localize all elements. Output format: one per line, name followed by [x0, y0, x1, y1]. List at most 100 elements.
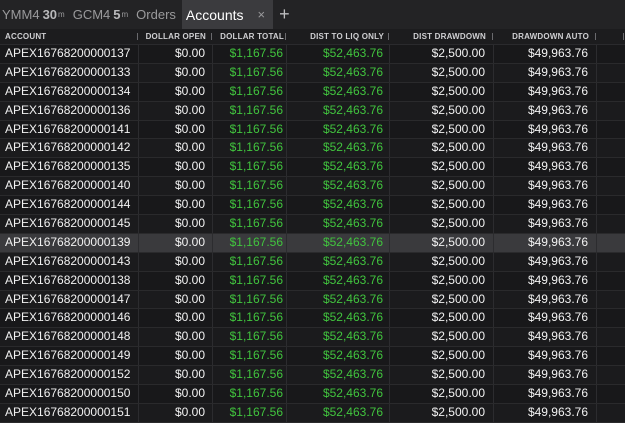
tab-orders-label: Orders: [136, 7, 176, 22]
dollar-total-cell: $1,167.56: [213, 309, 287, 328]
table-row[interactable]: APEX16768200000137 $0.00 $1,167.56 $52,463.…: [0, 45, 625, 64]
table-row[interactable]: APEX16768200000140 $0.00 $1,167.56 $52,463.…: [0, 177, 625, 197]
dist-to-liq-cell: $52,463.76: [287, 233, 390, 252]
column-header-dist-to-liq[interactable]: DIST TO LIQ ONLY: [287, 29, 390, 44]
column-header-dollar-open[interactable]: DOLLAR OPEN: [139, 29, 213, 44]
table-row[interactable]: APEX16768200000134 $0.00 $1,167.56 $52,463.…: [0, 82, 625, 102]
drawdown-auto-cell: $49,963.76: [494, 366, 597, 385]
dist-drawdown-cell: $2,500.00: [390, 366, 494, 385]
dist-drawdown-cell: $2,500.00: [390, 271, 494, 290]
dist-to-liq-cell: $52,463.76: [287, 45, 390, 63]
dist-drawdown-cell: $2,500.00: [390, 385, 494, 403]
account-cell: APEX16768200000144: [0, 196, 139, 215]
row-filler: [597, 64, 625, 82]
table-row[interactable]: APEX16768200000135 $0.00 $1,167.56 $52,463.…: [0, 158, 625, 178]
dollar-total-cell: $1,167.56: [213, 139, 287, 158]
account-cell: APEX16768200000143: [0, 252, 139, 271]
dist-to-liq-cell: $52,463.76: [287, 177, 390, 196]
table-row[interactable]: APEX16768200000141 $0.00 $1,167.56 $52,463.…: [0, 120, 625, 140]
row-filler: [597, 177, 625, 195]
table-body: APEX16768200000137 $0.00 $1,167.56 $52,463.…: [0, 45, 625, 423]
dist-drawdown-cell: $2,500.00: [390, 328, 494, 347]
row-filler: [597, 215, 625, 233]
dollar-total-cell: $1,167.56: [213, 82, 287, 101]
account-cell: APEX16768200000142: [0, 139, 139, 158]
dollar-open-cell: $0.00: [139, 82, 213, 101]
column-header-drawdown-auto[interactable]: DRAWDOWN AUTO: [494, 29, 597, 44]
tab-accounts[interactable]: Accounts ×: [181, 0, 274, 29]
add-tab-button[interactable]: +: [273, 0, 296, 29]
dist-to-liq-cell: $52,463.76: [287, 309, 390, 328]
dollar-open-cell: $0.00: [139, 45, 213, 63]
table-row[interactable]: APEX16768200000149 $0.00 $1,167.56 $52,463.…: [0, 347, 625, 367]
account-cell: APEX16768200000147: [0, 290, 139, 309]
dollar-total-cell: $1,167.56: [213, 271, 287, 290]
tab-ymm4-symbol: YMM4: [2, 7, 40, 22]
drawdown-auto-cell: $49,963.76: [494, 385, 597, 403]
column-header-account[interactable]: ACCOUNT: [0, 29, 139, 44]
dollar-open-cell: $0.00: [139, 233, 213, 252]
table-row[interactable]: APEX16768200000150 $0.00 $1,167.56 $52,463.…: [0, 385, 625, 404]
column-header-dollar-total[interactable]: DOLLAR TOTAL: [213, 29, 287, 44]
drawdown-auto-cell: $49,963.76: [494, 309, 597, 328]
drawdown-auto-cell: $49,963.76: [494, 215, 597, 233]
dollar-open-cell: $0.00: [139, 139, 213, 158]
account-cell: APEX16768200000148: [0, 328, 139, 347]
dollar-open-cell: $0.00: [139, 403, 213, 422]
account-cell: APEX16768200000150: [0, 385, 139, 403]
row-filler: [597, 385, 625, 403]
tab-bar: YMM4 30 m GCM4 5m Orders Accounts × +: [0, 0, 625, 30]
tab-orders[interactable]: Orders: [134, 0, 182, 29]
tab-gcm4-interval: 5: [113, 7, 121, 22]
dist-drawdown-cell: $2,500.00: [390, 196, 494, 215]
dist-drawdown-cell: $2,500.00: [390, 290, 494, 309]
dollar-total-cell: $1,167.56: [213, 233, 287, 252]
dollar-total-cell: $1,167.56: [213, 347, 287, 366]
dist-to-liq-cell: $52,463.76: [287, 366, 390, 385]
drawdown-auto-cell: $49,963.76: [494, 347, 597, 366]
account-cell: APEX16768200000139: [0, 233, 139, 252]
dist-drawdown-cell: $2,500.00: [390, 233, 494, 252]
dollar-total-cell: $1,167.56: [213, 215, 287, 233]
dollar-open-cell: $0.00: [139, 177, 213, 196]
close-icon[interactable]: ×: [258, 7, 266, 22]
drawdown-auto-cell: $49,963.76: [494, 120, 597, 139]
dollar-total-cell: $1,167.56: [213, 290, 287, 309]
row-filler: [597, 328, 625, 346]
row-filler: [597, 83, 625, 101]
table-row[interactable]: APEX16768200000139 $0.00 $1,167.56 $52,463.…: [0, 233, 625, 253]
dollar-open-cell: $0.00: [139, 120, 213, 139]
dist-drawdown-cell: $2,500.00: [390, 309, 494, 328]
table-row[interactable]: APEX16768200000146 $0.00 $1,167.56 $52,463.…: [0, 309, 625, 329]
table-row[interactable]: APEX16768200000143 $0.00 $1,167.56 $52,463.…: [0, 252, 625, 272]
table-row[interactable]: APEX16768200000151 $0.00 $1,167.56 $52,463.…: [0, 403, 625, 423]
row-filler: [597, 196, 625, 214]
tab-gcm4-unit: m: [121, 10, 129, 19]
table-row[interactable]: APEX16768200000144 $0.00 $1,167.56 $52,463.…: [0, 196, 625, 216]
dist-drawdown-cell: $2,500.00: [390, 177, 494, 196]
table-row[interactable]: APEX16768200000148 $0.00 $1,167.56 $52,463.…: [0, 328, 625, 348]
dollar-open-cell: $0.00: [139, 309, 213, 328]
table-row[interactable]: APEX16768200000138 $0.00 $1,167.56 $52,463.…: [0, 271, 625, 291]
row-filler: [597, 291, 625, 309]
drawdown-auto-cell: $49,963.76: [494, 403, 597, 422]
tab-ymm4[interactable]: YMM4 30 m: [0, 0, 71, 29]
table-row[interactable]: APEX16768200000136 $0.00 $1,167.56 $52,463.…: [0, 101, 625, 121]
table-row[interactable]: APEX16768200000142 $0.00 $1,167.56 $52,463.…: [0, 139, 625, 159]
dollar-open-cell: $0.00: [139, 271, 213, 290]
row-filler: [597, 102, 625, 120]
drawdown-auto-cell: $49,963.76: [494, 271, 597, 290]
table-row[interactable]: APEX16768200000152 $0.00 $1,167.56 $52,463.…: [0, 366, 625, 386]
column-header-dist-drawdown[interactable]: DIST DRAWDOWN: [390, 29, 494, 44]
drawdown-auto-cell: $49,963.76: [494, 158, 597, 177]
dist-drawdown-cell: $2,500.00: [390, 101, 494, 120]
dist-drawdown-cell: $2,500.00: [390, 158, 494, 177]
tab-gcm4[interactable]: GCM4 5m: [71, 0, 134, 29]
table-row[interactable]: APEX16768200000145 $0.00 $1,167.56 $52,463.…: [0, 215, 625, 234]
table-row[interactable]: APEX16768200000147 $0.00 $1,167.56 $52,463.…: [0, 290, 625, 310]
row-filler: [597, 272, 625, 290]
table-row[interactable]: APEX16768200000133 $0.00 $1,167.56 $52,463.…: [0, 63, 625, 83]
dollar-total-cell: $1,167.56: [213, 252, 287, 271]
dollar-open-cell: $0.00: [139, 101, 213, 120]
dist-to-liq-cell: $52,463.76: [287, 328, 390, 347]
